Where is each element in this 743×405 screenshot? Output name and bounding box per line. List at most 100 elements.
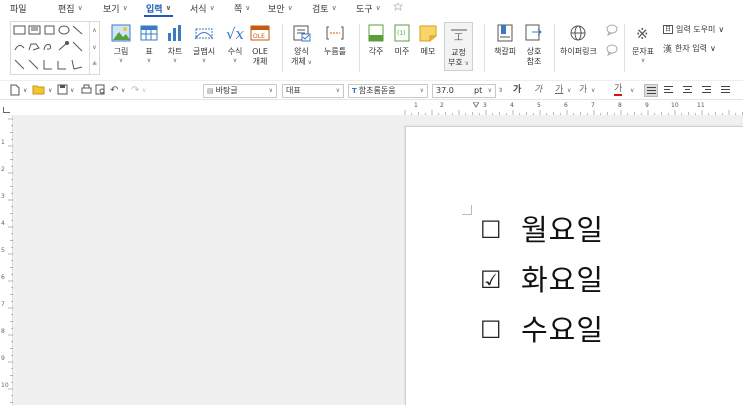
- font-size-stepper[interactable]: ⇕: [498, 84, 503, 97]
- horizontal-ruler[interactable]: 1 2 3 4 5 6 7 8 9 10 11: [0, 101, 743, 115]
- insert-pushbutton-button[interactable]: 누름틀: [324, 24, 346, 57]
- comment-icon[interactable]: [606, 24, 618, 36]
- gallery-scroll[interactable]: ∧ ∨ ≚: [89, 22, 99, 74]
- bold-button[interactable]: 가: [513, 84, 521, 97]
- menu-tools[interactable]: 도구 ∨: [356, 1, 381, 15]
- undo-icon[interactable]: ↶: [110, 84, 118, 97]
- comment-link-icon[interactable]: [606, 44, 618, 56]
- print-preview-icon[interactable]: [95, 84, 106, 97]
- hyperlink-label: 하이퍼링크: [560, 47, 597, 56]
- insert-memo-button[interactable]: 메모: [418, 24, 438, 57]
- align-center-button[interactable]: [681, 84, 695, 97]
- ruler-number: 9: [645, 102, 649, 109]
- input-helper-button[interactable]: 日 입력 도우미 ∨: [663, 24, 724, 35]
- new-document-icon[interactable]: [10, 84, 20, 97]
- symbol-label: 문자표: [632, 47, 655, 56]
- chevron-down-icon: ∨: [268, 87, 273, 94]
- chevron-down-icon[interactable]: ∨: [48, 84, 52, 97]
- insert-footnote-button[interactable]: 각주: [366, 24, 386, 57]
- save-icon[interactable]: [57, 84, 68, 97]
- chevron-up-icon[interactable]: ∧: [90, 22, 99, 39]
- print-icon[interactable]: [81, 84, 92, 97]
- bar-chart-icon: [165, 24, 185, 42]
- chevron-down-icon[interactable]: ∨: [23, 84, 27, 97]
- checkbox-empty-icon[interactable]: ☐: [480, 318, 502, 342]
- ruler-number: 4: [1, 220, 5, 227]
- chevron-down-icon[interactable]: ∨: [70, 84, 74, 97]
- insert-crossref-button[interactable]: 상호 참조: [524, 24, 544, 67]
- formatting-toolbar: ∨ ∨ ∨ ↶ ∨ ↷ ∨ ▤ 바탕글 ∨ 대표 ∨ T 함초롬돋움 ∨ 37.0 pt …: [0, 80, 743, 100]
- menu-insert[interactable]: 입력 ∨: [143, 1, 174, 17]
- insert-endnote-button[interactable]: (1) 미주: [392, 24, 412, 57]
- ruler-ticks: [404, 110, 743, 115]
- menu-edit[interactable]: 편집 ∨: [58, 1, 83, 15]
- checklist-item[interactable]: ☐ 수요일: [480, 314, 604, 346]
- font-select[interactable]: T 함초롬돋움 ∨: [348, 84, 428, 98]
- align-right-button[interactable]: [700, 84, 714, 97]
- underline-button[interactable]: 가: [555, 84, 563, 97]
- menu-review[interactable]: 검토 ∨: [312, 1, 337, 15]
- vertical-ruler[interactable]: 1 2 3 4 5 6 7 8 9 10: [0, 115, 13, 405]
- menu-security[interactable]: 보안 ∨: [268, 1, 293, 15]
- ruler-number: 8: [618, 102, 622, 109]
- footnote-icon: [366, 24, 386, 42]
- hanja-input-button[interactable]: 漢 한자 입력 ∨: [663, 42, 716, 55]
- insert-ole-button[interactable]: OLE OLE 개체: [250, 24, 270, 67]
- chevron-down-icon[interactable]: ∨: [567, 84, 571, 97]
- toolbar-settings-icon[interactable]: [393, 2, 403, 12]
- insert-bookmark-button[interactable]: 책갈피: [494, 24, 516, 57]
- menu-page[interactable]: 쪽 ∨: [234, 1, 250, 15]
- align-justify-icon: [647, 87, 656, 96]
- menu-format[interactable]: 서식 ∨: [190, 1, 215, 15]
- indent-marker-icon[interactable]: [472, 101, 480, 108]
- ole-label-line2: 개체: [252, 57, 268, 66]
- chevron-down-icon: ∨: [287, 4, 293, 12]
- insert-picture-button[interactable]: 그림 ∨: [111, 24, 131, 65]
- proof-label-line1: 교정: [451, 48, 466, 57]
- strikethrough-button[interactable]: 가: [579, 84, 587, 97]
- align-left-button[interactable]: [662, 84, 676, 97]
- checklist-item[interactable]: ☐ 월요일: [480, 214, 604, 246]
- italic-button[interactable]: 가: [534, 84, 542, 97]
- font-color-button[interactable]: 가: [614, 84, 623, 96]
- checkbox-checked-icon[interactable]: ☑: [480, 268, 502, 292]
- checkbox-empty-icon[interactable]: ☐: [480, 218, 502, 242]
- ruler-number: 2: [1, 166, 5, 173]
- expand-icon[interactable]: ≚: [90, 56, 99, 73]
- menu-view[interactable]: 보기 ∨: [103, 1, 128, 15]
- align-distribute-button[interactable]: [719, 84, 733, 97]
- insert-form-object-button[interactable]: 양식 개체 ∨: [291, 24, 312, 67]
- align-justify-button[interactable]: [644, 84, 658, 97]
- form-label-line1: 양식: [294, 47, 309, 56]
- insert-proofreading-button[interactable]: 工 교정 부호 ∨: [444, 22, 474, 71]
- ole-label: OLE 개체: [252, 47, 268, 67]
- ole-label-line1: OLE: [252, 47, 268, 56]
- insert-hyperlink-button[interactable]: 하이퍼링크: [560, 24, 597, 57]
- language-select[interactable]: 대표 ∨: [282, 84, 344, 98]
- insert-symbol-button[interactable]: ※ 문자표 ∨: [632, 24, 654, 65]
- font-value: 함초롬돋움: [358, 86, 396, 95]
- chevron-down-icon: ∨: [487, 87, 492, 94]
- checklist-item[interactable]: ☑ 화요일: [480, 264, 604, 296]
- redo-icon[interactable]: ↷: [131, 84, 139, 97]
- insert-wordart-button[interactable]: 글맵시 ∨: [193, 24, 215, 65]
- menu-file[interactable]: 파일: [10, 1, 27, 15]
- chevron-down-icon[interactable]: ∨: [121, 84, 125, 97]
- insert-chart-button[interactable]: 차트 ∨: [165, 24, 185, 65]
- chevron-down-icon: ∨: [201, 57, 207, 64]
- endnote-icon: (1): [392, 24, 412, 42]
- shape-gallery[interactable]: ∧ ∨ ≚: [10, 21, 100, 75]
- ruler-number: 10: [1, 382, 9, 389]
- open-folder-icon[interactable]: [32, 84, 45, 97]
- ruler-number: 6: [564, 102, 568, 109]
- style-select[interactable]: ▤ 바탕글 ∨: [203, 84, 277, 98]
- insert-equation-button[interactable]: √x 수식 ∨: [225, 24, 245, 65]
- font-size-select[interactable]: 37.0 pt ∨: [432, 84, 496, 98]
- chevron-down-icon[interactable]: ∨: [90, 39, 99, 56]
- chevron-down-icon[interactable]: ∨: [591, 84, 595, 97]
- chevron-down-icon[interactable]: ∨: [630, 84, 634, 97]
- insert-table-button[interactable]: 표 ∨: [139, 24, 159, 65]
- menu-label: 편집: [58, 4, 75, 15]
- chevron-down-icon[interactable]: ∨: [142, 84, 146, 97]
- ruler-corner-icon[interactable]: [3, 107, 10, 113]
